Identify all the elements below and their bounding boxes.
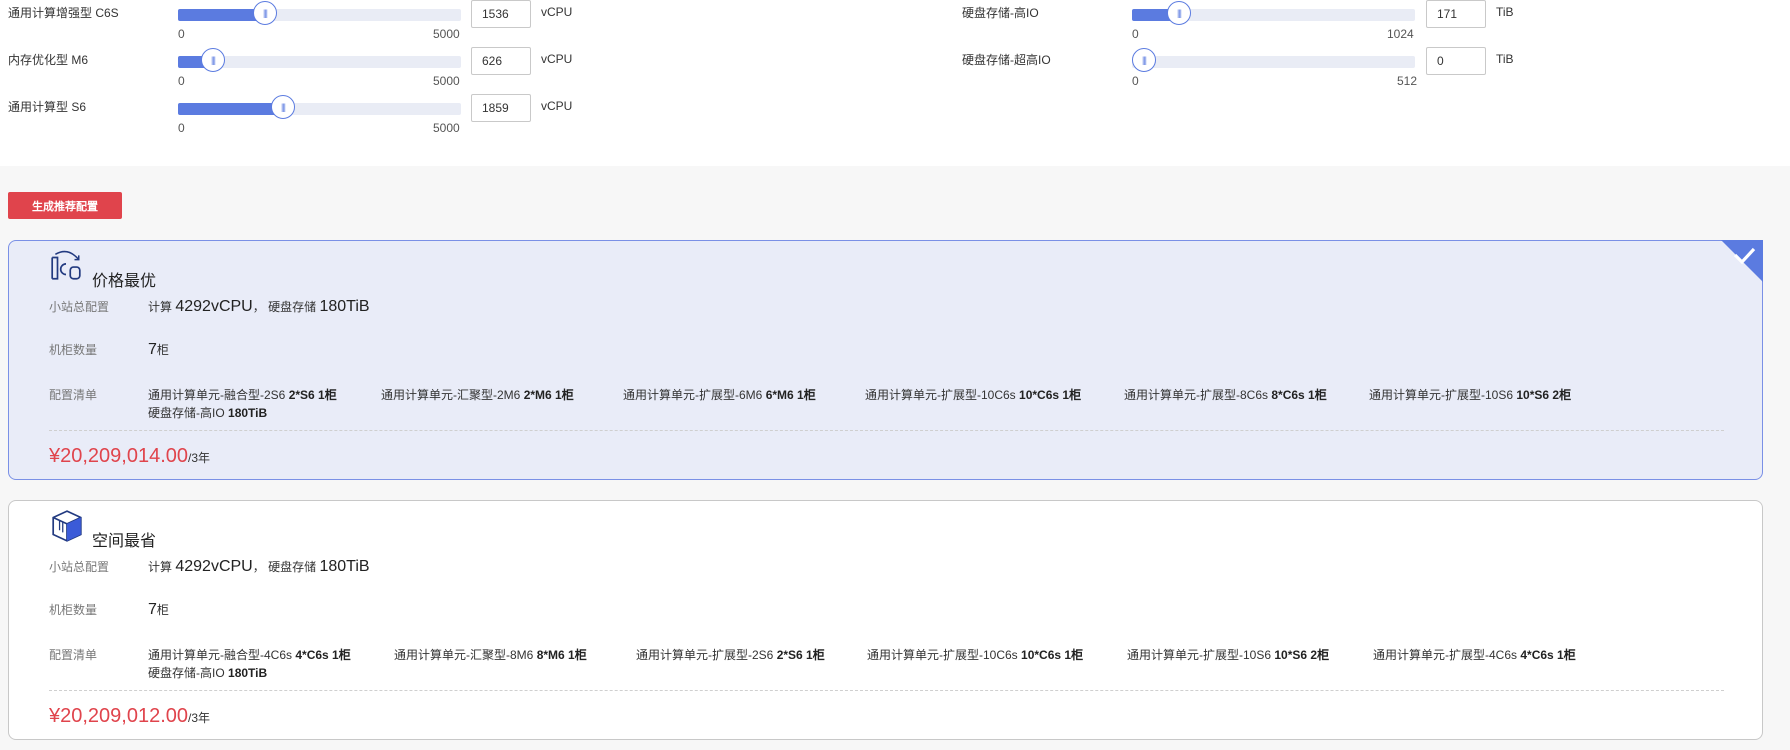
config-list-item: 硬盘存储-高IO 180TiB	[148, 666, 268, 680]
slider-label-s6: 通用计算型 S6	[8, 100, 87, 114]
plan-title: 价格最优	[92, 273, 157, 290]
slider-max-m6: 5000	[433, 74, 460, 88]
resource-slider-panel: 通用计算增强型 C6S ||| 0 5000 vCPU 内存优化型 M6 |||…	[0, 0, 1790, 166]
slider-track-c6s[interactable]: |||	[178, 1, 461, 25]
config-list-item: 通用计算单元-融合型-4C6s 4*C6s 1柜	[148, 648, 351, 662]
selected-check-icon	[1721, 240, 1763, 282]
plan-price: ¥20,209,012.00/3年	[49, 705, 210, 728]
ultra-io-tib-input[interactable]	[1426, 47, 1486, 75]
config-list-item: 通用计算单元-扩展型-2S6 2*S6 1柜	[636, 648, 825, 662]
space-saving-cube-icon	[52, 510, 82, 542]
slider-row-high-io: 硬盘存储-高IO ||| 0 1024 TiB	[962, 0, 1562, 46]
slider-thumb-s6[interactable]: |||	[271, 95, 295, 119]
total-config-label: 小站总配置	[49, 560, 110, 574]
c6s-unit: vCPU	[541, 5, 573, 19]
slider-row-m6: 内存优化型 M6 ||| 0 5000 vCPU	[8, 47, 608, 93]
value-separator: ，	[252, 560, 265, 574]
slider-label-m6: 内存优化型 M6	[8, 53, 89, 67]
slider-track-m6[interactable]: |||	[178, 48, 461, 72]
price-unit: /3年	[188, 451, 211, 465]
rack-count-label: 机柜数量	[49, 343, 98, 357]
config-list-item: 通用计算单元-汇聚型-2M6 2*M6 1柜	[381, 388, 574, 402]
config-list-item: 通用计算单元-扩展型-4C6s 4*C6s 1柜	[1373, 648, 1576, 662]
slider-label-ultra-io: 硬盘存储-超高IO	[962, 53, 1051, 67]
slider-row-ultra-io: 硬盘存储-超高IO ||| 0 512 TiB	[962, 47, 1562, 93]
total-config-value: 计算 4292vCPU， 硬盘存储 180TiB	[148, 558, 370, 576]
slider-max-ultra-io: 512	[1397, 74, 1418, 88]
slider-label-high-io: 硬盘存储-高IO	[962, 6, 1039, 20]
rack-count-number: 7	[148, 601, 157, 618]
slider-min-high-io: 0	[1132, 27, 1139, 41]
card-divider	[49, 690, 1724, 691]
slider-thumb-ultra-io[interactable]: |||	[1132, 48, 1156, 72]
c6s-vcpu-input[interactable]	[471, 0, 531, 28]
config-list-item: 通用计算单元-扩展型-6M6 6*M6 1柜	[623, 388, 816, 402]
rack-count-number: 7	[148, 341, 157, 358]
slider-min-s6: 0	[178, 121, 185, 135]
config-list-item: 通用计算单元-扩展型-10S6 10*S6 2柜	[1127, 648, 1330, 662]
rack-count-label: 机柜数量	[49, 603, 98, 617]
slider-min-c6s: 0	[178, 27, 185, 41]
slider-fill-c6s	[178, 9, 265, 21]
rack-count-unit: 柜	[156, 343, 169, 357]
plan-card-price-optimal[interactable]: 价格最优 小站总配置 计算 4292vCPU， 硬盘存储 180TiB 机柜数量…	[8, 240, 1763, 480]
config-list-label: 配置清单	[49, 648, 98, 662]
compute-label: 计算	[148, 300, 173, 314]
config-list-item: 通用计算单元-扩展型-10C6s 10*C6s 1柜	[867, 648, 1084, 662]
storage-label: 硬盘存储	[268, 300, 317, 314]
slider-track-high-io[interactable]: |||	[1132, 1, 1415, 25]
rack-count-unit: 柜	[156, 603, 169, 617]
slider-label-c6s: 通用计算增强型 C6S	[8, 6, 119, 20]
config-list-item: 通用计算单元-扩展型-10S6 10*S6 2柜	[1369, 388, 1572, 402]
slider-row-s6: 通用计算型 S6 ||| 0 5000 vCPU	[8, 94, 608, 140]
price-unit: /3年	[188, 711, 211, 725]
plan-card-space-saving[interactable]: 空间最省 小站总配置 计算 4292vCPU， 硬盘存储 180TiB 机柜数量…	[8, 500, 1763, 740]
rack-count-value: 7柜	[148, 341, 169, 359]
price-optimal-icon	[51, 250, 81, 280]
plan-title: 空间最省	[92, 533, 157, 550]
slider-min-ultra-io: 0	[1132, 74, 1139, 88]
slider-track-ultra-io[interactable]: |||	[1132, 48, 1415, 72]
compute-value: 4292vCPU	[175, 298, 253, 315]
plan-price: ¥20,209,014.00/3年	[49, 445, 210, 468]
s6-unit: vCPU	[541, 99, 573, 113]
slider-thumb-high-io[interactable]: |||	[1167, 1, 1191, 25]
m6-unit: vCPU	[541, 52, 573, 66]
config-list-item: 硬盘存储-高IO 180TiB	[148, 406, 268, 420]
slider-max-c6s: 5000	[433, 27, 460, 41]
compute-label: 计算	[148, 560, 173, 574]
config-list-item: 通用计算单元-扩展型-8C6s 8*C6s 1柜	[1124, 388, 1327, 402]
config-list-item: 通用计算单元-扩展型-10C6s 10*C6s 1柜	[865, 388, 1082, 402]
storage-value: 180TiB	[319, 558, 370, 575]
slider-fill-s6	[178, 103, 283, 115]
total-config-value: 计算 4292vCPU， 硬盘存储 180TiB	[148, 298, 370, 316]
value-separator: ，	[252, 300, 265, 314]
slider-track-s6[interactable]: |||	[178, 95, 461, 119]
generate-recommendation-button[interactable]: 生成推荐配置	[8, 192, 122, 219]
price-amount: ¥20,209,014.00	[49, 445, 189, 467]
slider-thumb-c6s[interactable]: |||	[253, 1, 277, 25]
config-list-item: 通用计算单元-汇聚型-8M6 8*M6 1柜	[394, 648, 587, 662]
total-config-label: 小站总配置	[49, 300, 110, 314]
compute-value: 4292vCPU	[175, 558, 253, 575]
m6-vcpu-input[interactable]	[471, 47, 531, 75]
slider-row-c6s: 通用计算增强型 C6S ||| 0 5000 vCPU	[8, 0, 608, 46]
config-list-label: 配置清单	[49, 388, 98, 402]
card-divider	[49, 430, 1724, 431]
slider-thumb-m6[interactable]: |||	[201, 48, 225, 72]
config-list-item: 通用计算单元-融合型-2S6 2*S6 1柜	[148, 388, 337, 402]
price-amount: ¥20,209,012.00	[49, 705, 189, 727]
high-io-unit: TiB	[1496, 5, 1514, 19]
storage-label: 硬盘存储	[268, 560, 317, 574]
slider-min-m6: 0	[178, 74, 185, 88]
rack-count-value: 7柜	[148, 601, 169, 619]
s6-vcpu-input[interactable]	[471, 94, 531, 122]
storage-value: 180TiB	[319, 298, 370, 315]
slider-max-high-io: 1024	[1387, 27, 1414, 41]
high-io-tib-input[interactable]	[1426, 0, 1486, 28]
ultra-io-unit: TiB	[1496, 52, 1514, 66]
slider-max-s6: 5000	[433, 121, 460, 135]
